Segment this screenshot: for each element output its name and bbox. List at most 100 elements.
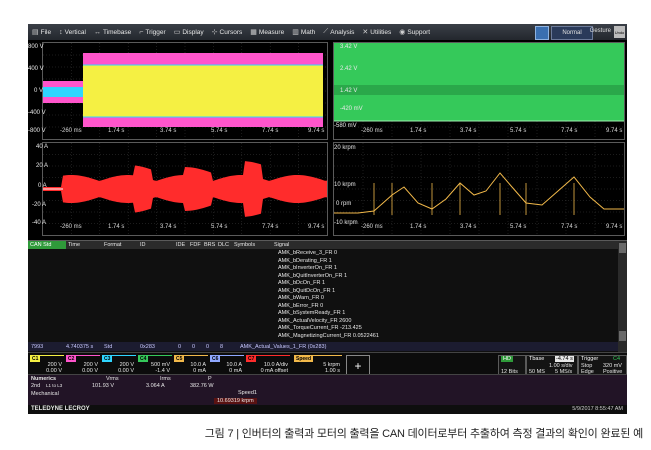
menu-label: Measure (258, 28, 285, 36)
col-symbols[interactable]: Symbols (232, 241, 272, 249)
x-tick: -260 ms (60, 128, 82, 134)
trigger-box[interactable]: Trigger C4 Stop 320 mV Edge Positive (578, 355, 627, 376)
x-tick: 7.74 s (262, 128, 279, 134)
channel-c4-box[interactable]: C4 500 mV -1.4 V (138, 355, 172, 375)
menu-measure[interactable]: ▦ Measure (246, 24, 288, 40)
menu-support[interactable]: ◉ Support (395, 24, 434, 40)
x-tick: 3.74 s (460, 224, 477, 230)
hd-label: HD (501, 356, 513, 362)
pre-band-cyan (43, 87, 83, 97)
channel-c7-box[interactable]: C7 10.0 A/div 0 mA offset (246, 355, 290, 375)
x-tick: 9.74 s (606, 224, 623, 230)
figure-caption: 그림 7 | 인버터의 출력과 모터의 출력을 CAN 데이터로부터 추출하여 … (204, 428, 643, 440)
menu-label: Display (182, 28, 204, 36)
list-item: AMK_bWarn_FR 0 (278, 295, 324, 301)
decoder-scrollbar[interactable] (618, 241, 627, 353)
menu-timebase[interactable]: ↔ Timebase (90, 24, 135, 40)
col-signal[interactable]: Signal (272, 241, 334, 249)
y-tick: 800 V (28, 44, 44, 50)
menu-math[interactable]: ▥ Math (288, 24, 319, 40)
status-footer: TELEDYNE LECROY 5/9/2017 8:55:47 AM (28, 405, 627, 414)
channel-c5-box[interactable]: C5 10.0 A 0 mA (174, 355, 208, 375)
scroll-down-button[interactable] (619, 331, 626, 341)
list-item: AMK_bInverterOn_FR 1 (278, 265, 337, 271)
menu-cursors[interactable]: ⊹ Cursors (208, 24, 247, 40)
x-tick: 5.74 s (211, 128, 228, 134)
control-signal-panel[interactable] (333, 42, 625, 140)
col-id[interactable]: ID (138, 241, 174, 249)
current-envelope (43, 161, 327, 217)
col-irms: Irms (160, 376, 171, 382)
date-time: 5/9/2017 8:55:47 AM (572, 406, 623, 412)
channel-c6-box[interactable]: C6 10.0 A 0 mA (210, 355, 244, 375)
x-tick: -260 ms (361, 128, 383, 134)
channel-c1-box[interactable]: C1 200 V 0.00 V (30, 355, 64, 375)
col-dlc[interactable]: DLC (216, 241, 232, 249)
table-row[interactable]: 7993 4.740375 s Std 0x283 0 0 0 8 AMK_Ac… (28, 342, 618, 351)
numerics-label: Numerics (31, 376, 57, 382)
col-time[interactable]: Time (66, 241, 102, 249)
menu-analysis[interactable]: ⟋ Analysis (319, 24, 358, 40)
col-speed: Speed1 (238, 390, 257, 396)
menu-label: Analysis (330, 28, 355, 36)
row-format: Std (104, 343, 113, 350)
menu-label: Support (407, 28, 431, 36)
scroll-up-button[interactable] (619, 243, 626, 253)
row-brs: 0 (206, 343, 210, 350)
x-tick: 1.74 s (410, 128, 427, 134)
timebase-label: Tbase (529, 356, 545, 362)
x-tick: 7.74 s (262, 224, 279, 230)
list-item: AMK_bDcOn_FR 1 (278, 280, 326, 286)
channel-descriptor-strip: C1 200 V 0.00 V C2 200 V 0.00 V C3 200 V… (28, 352, 627, 376)
channel-tag: C5 (174, 356, 185, 362)
col-brs[interactable]: BRS (202, 241, 216, 249)
row-sublabel: L1 to L3 (46, 383, 63, 388)
list-item: AMK_bError_FR 0 (278, 302, 324, 309)
menu-trigger[interactable]: ⌐ Trigger (135, 24, 169, 40)
x-tick: 9.74 s (606, 128, 623, 134)
y-tick: 40 A (36, 144, 49, 150)
channel-tag: Speed (294, 356, 314, 362)
menu-display[interactable]: ▭ Display (170, 24, 208, 40)
add-channel-button[interactable]: + (346, 355, 370, 376)
decoder-protocol-tab[interactable]: CAN Std (28, 241, 66, 249)
timebase-box[interactable]: Tbase -4.74 s 1.00 s/div 50 MS 5 MS/s (526, 355, 578, 376)
x-tick: -260 ms (361, 224, 383, 230)
menu-utilities[interactable]: ✕ Utilities (358, 24, 395, 40)
col-format[interactable]: Format (102, 241, 138, 249)
list-item: AMK_bDerating_FR 1 (278, 257, 332, 264)
timebase-icon: ↔ (93, 28, 101, 36)
y-tick: 10 krpm (334, 182, 356, 188)
signal-list: AMK_bReceive_3_FR 0 AMK_bDerating_FR 1 A… (278, 250, 618, 340)
trigger-label: Trigger (581, 356, 599, 362)
channel-c2-box[interactable]: C2 200 V 0.00 V (66, 355, 100, 375)
x-tick: 5.74 s (510, 224, 527, 230)
gesture-label[interactable]: Gesture (590, 28, 611, 34)
channel-tag: C3 (102, 356, 113, 362)
support-icon: ◉ (399, 29, 406, 36)
menu-file[interactable]: ▤ File (28, 24, 55, 40)
x-tick: 3.74 s (160, 224, 177, 230)
voltage-waveform-panel[interactable] (42, 42, 328, 140)
control-signal-waveform (334, 43, 624, 139)
grid-layout-icon[interactable] (535, 26, 549, 40)
current-waveform-panel[interactable] (42, 142, 328, 236)
channel-c3-box[interactable]: C3 200 V 0.00 V (102, 355, 136, 375)
x-tick: 9.74 s (308, 224, 325, 230)
hd-resolution-box[interactable]: HD 12 Bits (498, 355, 526, 376)
channel-speed-box[interactable]: Speed 5 krpm 1.00 s (294, 355, 342, 375)
menu-vertical[interactable]: ↕ Vertical (55, 24, 90, 40)
acquisition-mode-select[interactable]: Normal (551, 26, 593, 40)
list-item: AMK_bQuitInverterOn_FR 1 (278, 272, 348, 279)
speed-value: 10.69319 krpm (214, 398, 257, 404)
x-tick: -260 ms (60, 224, 82, 230)
oscilloscope-screen: ▤ File ↕ Vertical ↔ Timebase ⌐ Trigger ▭ Disp… (28, 24, 627, 414)
decoder-header: CAN Std Time Format ID IDE FDF BRS DLC S… (28, 241, 618, 249)
trigger-source: C4 (613, 356, 621, 362)
mechanical-label: Mechanical (31, 391, 59, 397)
undo-button[interactable]: Undo (614, 26, 625, 38)
speed-waveform (334, 143, 624, 235)
speed-waveform-panel[interactable] (333, 142, 625, 236)
col-fdf[interactable]: FDF (188, 241, 202, 249)
col-ide[interactable]: IDE (174, 241, 188, 249)
